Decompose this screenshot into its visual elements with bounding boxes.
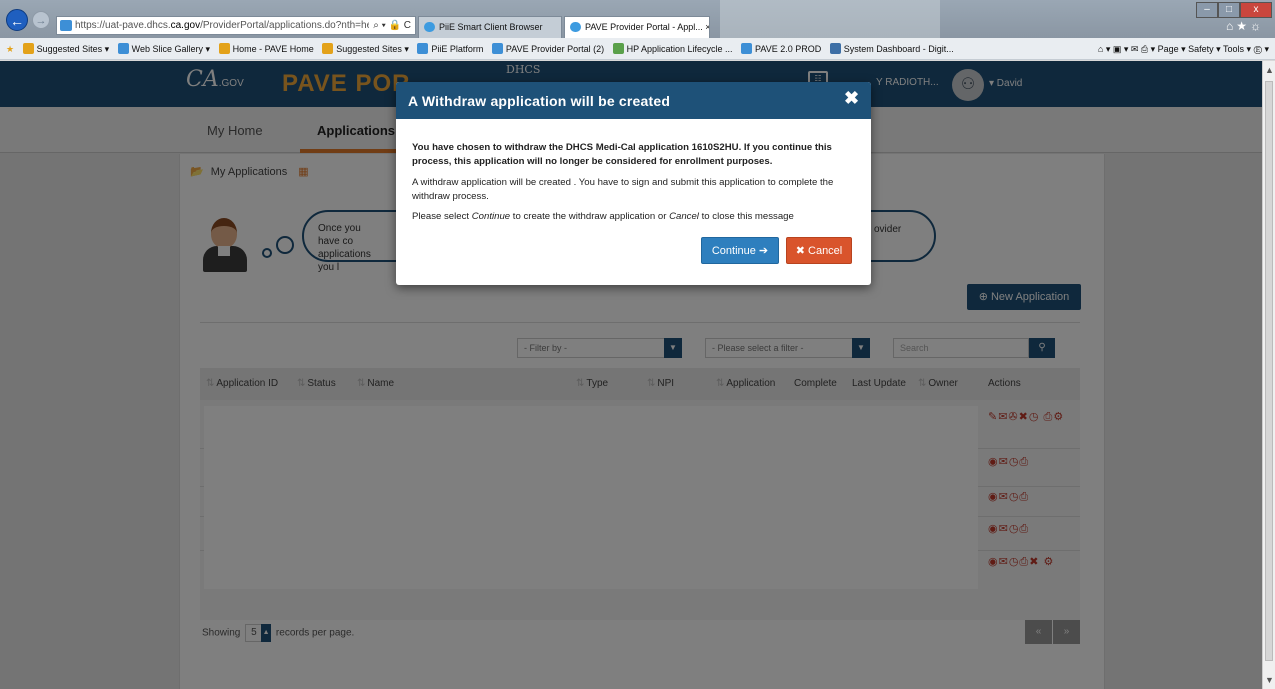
dialog-header: A Withdraw application will be created ✖: [396, 82, 871, 119]
home-favorites-settings-icons[interactable]: ⌂★☼: [1226, 19, 1264, 33]
ie-page-icon: [60, 20, 72, 31]
maximize-button[interactable]: □: [1218, 2, 1240, 18]
favorite-link[interactable]: PAVE 2.0 PROD: [741, 38, 821, 59]
command-bar[interactable]: ⌂ ▾ ▣ ▾ ✉ ⎙ ▾ Page ▾ Safety ▾ Tools ▾ Ⓔ …: [1091, 38, 1269, 59]
dialog-title: A Withdraw application will be created: [408, 93, 671, 109]
hp-icon: [612, 43, 624, 54]
dialog-warning-text: You have chosen to withdraw the DHCS Med…: [412, 142, 832, 167]
favorite-link[interactable]: System Dashboard - Digit...: [829, 38, 954, 59]
favorites-star-icon[interactable]: ★: [6, 38, 14, 59]
ie-page-icon: [117, 43, 129, 54]
bing-icon: [22, 43, 34, 54]
favorite-link[interactable]: Web Slice Gallery ▾: [117, 38, 210, 59]
favorite-link[interactable]: Suggested Sites ▾: [322, 38, 409, 59]
bing-icon: [322, 43, 334, 54]
favorite-link[interactable]: PiiE Platform: [417, 38, 483, 59]
ie-tab-icon: [570, 22, 581, 32]
scroll-down-icon[interactable]: ▼: [1265, 675, 1274, 685]
tab-pave-provider-portal[interactable]: PAVE Provider Portal - Appl... ×: [564, 16, 710, 38]
favorite-link[interactable]: PAVE Provider Portal (2): [491, 38, 604, 59]
dialog-body: You have chosen to withdraw the DHCS Med…: [412, 141, 858, 224]
address-bar[interactable]: https://uat-pave.dhcs.ca.gov/ProviderPor…: [56, 16, 416, 35]
address-controls[interactable]: ⌕ ▾ 🔒 C: [369, 17, 411, 34]
browser-titlebar: ← → https://uat-pave.dhcs.ca.gov/Provide…: [0, 0, 1275, 38]
close-icon[interactable]: ✖: [844, 88, 859, 109]
tab-piie-smart-client[interactable]: PiiE Smart Client Browser: [418, 16, 562, 38]
close-window-button[interactable]: x: [1240, 2, 1272, 18]
scroll-up-icon[interactable]: ▲: [1265, 65, 1274, 75]
cancel-button[interactable]: ✖ Cancel: [786, 237, 852, 264]
scroll-thumb[interactable]: [1265, 81, 1273, 661]
ie-page-icon: [417, 43, 429, 54]
ie-tab-icon: [424, 22, 435, 32]
forward-button[interactable]: →: [32, 11, 50, 29]
withdraw-dialog: A Withdraw application will be created ✖…: [396, 82, 871, 285]
dialog-instruction-text: Please select Continue to create the wit…: [412, 211, 794, 222]
continue-button[interactable]: Continue ➔: [701, 237, 779, 264]
favorites-bar: ★ Suggested Sites ▾ Web Slice Gallery ▾ …: [0, 38, 1275, 60]
favorite-link[interactable]: HP Application Lifecycle ...: [612, 38, 733, 59]
favorite-link[interactable]: Suggested Sites ▾: [22, 38, 109, 59]
back-button[interactable]: ←: [6, 9, 28, 31]
minimize-button[interactable]: –: [1196, 2, 1218, 18]
favorite-link[interactable]: Home - PAVE Home: [218, 38, 314, 59]
ie-page-icon: [491, 43, 503, 54]
ie-page-icon: [741, 43, 753, 54]
dialog-info-text: A withdraw application will be created .…: [412, 177, 834, 202]
page-scrollbar[interactable]: ▲ ▼: [1262, 61, 1275, 689]
pave-icon: [218, 43, 230, 54]
dashboard-icon: [829, 43, 841, 54]
